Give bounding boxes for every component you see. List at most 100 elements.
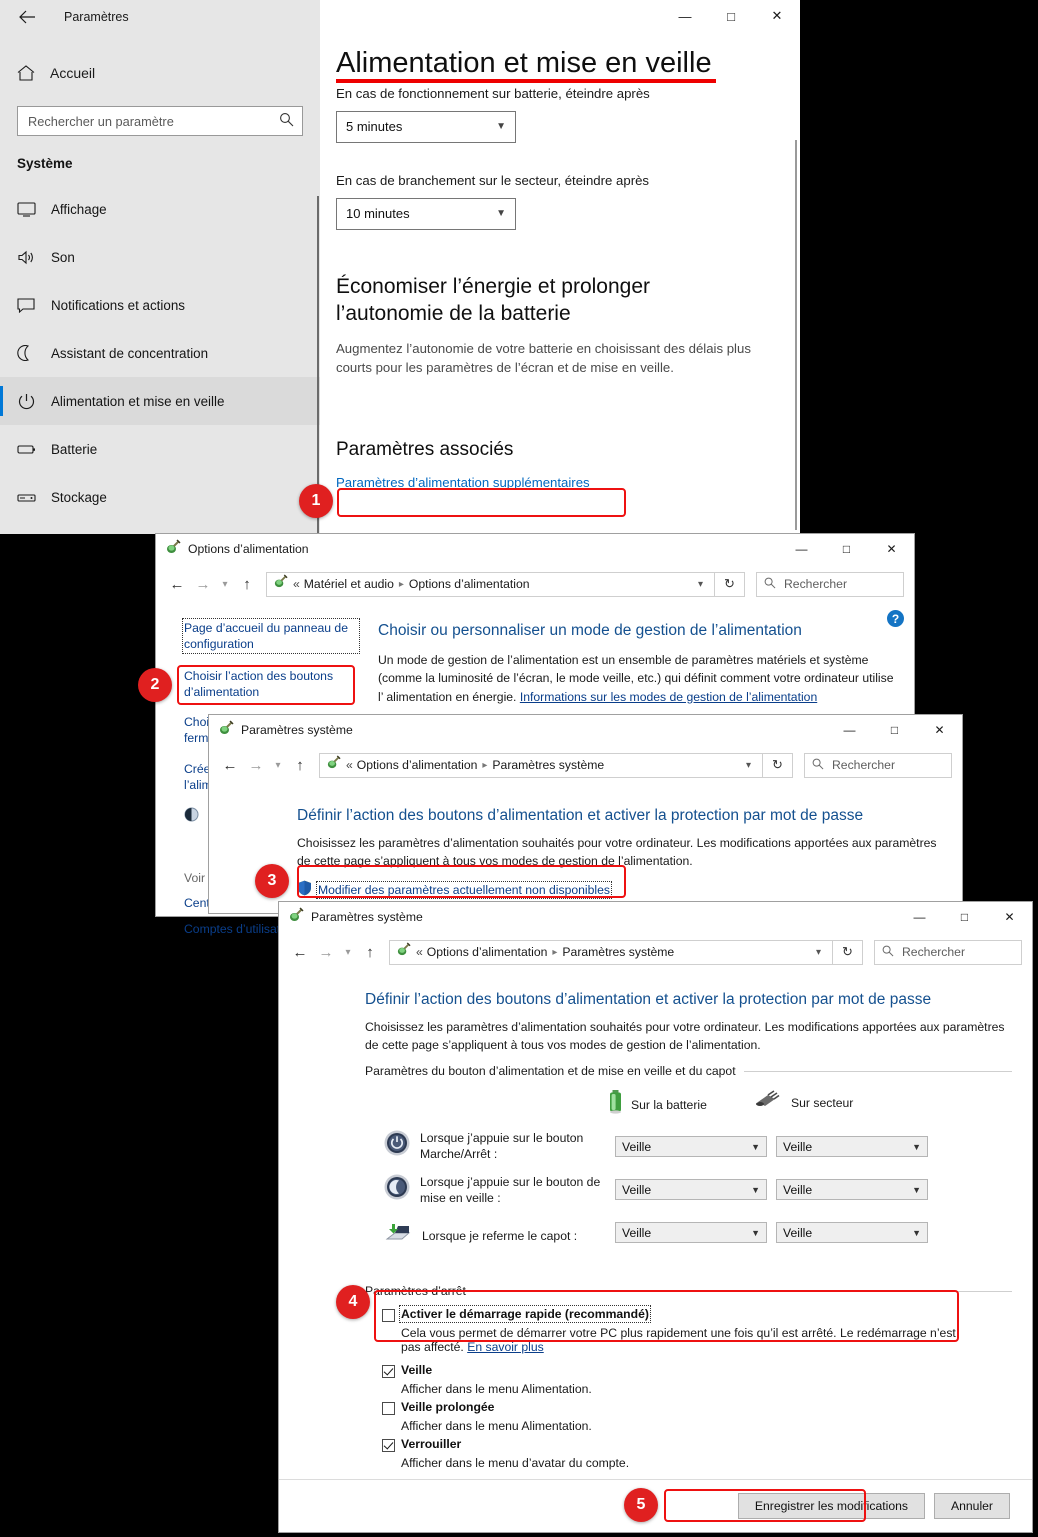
sleep-option: Veille Afficher dans le menu Alimentatio… <box>382 1363 962 1396</box>
maximize-icon[interactable]: □ <box>942 902 987 932</box>
search-input[interactable] <box>26 112 279 130</box>
divider <box>473 1290 1012 1292</box>
breadcrumb[interactable]: « Options d’alimentation ▸ Paramètres sy… <box>389 939 833 965</box>
close-icon[interactable]: ✕ <box>987 902 1032 932</box>
sleep-checkbox[interactable] <box>382 1365 395 1378</box>
hibernate-checkbox-row[interactable]: Veille prolongée <box>382 1400 962 1415</box>
hibernate-checkbox[interactable] <box>382 1402 395 1415</box>
recent-dropdown-icon[interactable]: ▾ <box>216 571 234 597</box>
row-label: Lorsque j’appuie sur le bouton de mise e… <box>420 1175 601 1206</box>
lid-close-battery-dropdown[interactable]: Veille ▼ <box>615 1222 767 1243</box>
sidebar-nav-list: Affichage Son Notifications et actions A… <box>0 185 320 534</box>
search-placeholder: Rechercher <box>832 758 895 772</box>
maximize-icon[interactable]: □ <box>872 715 917 745</box>
search-box[interactable]: Rechercher <box>756 571 904 597</box>
uac-link-row[interactable]: Modifier des paramètres actuellement non… <box>297 880 937 901</box>
forward-icon[interactable]: → <box>313 939 339 965</box>
learn-more-link[interactable]: En savoir plus <box>467 1340 544 1354</box>
sidebar-item-affichage[interactable]: Affichage <box>0 185 320 233</box>
refresh-icon[interactable]: ↻ <box>763 752 793 778</box>
breadcrumb-item[interactable]: Options d’alimentation <box>409 577 530 591</box>
sleep-checkbox-row[interactable]: Veille <box>382 1363 962 1378</box>
sidebar-item-stockage[interactable]: Stockage <box>0 473 320 521</box>
storage-icon <box>17 491 43 504</box>
breadcrumb[interactable]: « Options d’alimentation ▸ Paramètres sy… <box>319 752 763 778</box>
search-box[interactable]: Rechercher <box>874 939 1022 965</box>
help-icon[interactable]: ? <box>887 610 904 627</box>
change-unavailable-settings-link[interactable]: Modifier des paramètres actuellement non… <box>316 881 612 900</box>
sidebar-item-batterie[interactable]: Batterie <box>0 425 320 473</box>
battery-timeout-label: En cas de fonctionnement sur batterie, é… <box>336 85 650 101</box>
sidebar-item-notifications[interactable]: Notifications et actions <box>0 281 320 329</box>
power-plug-icon <box>326 755 341 775</box>
close-icon[interactable]: ✕ <box>869 534 914 564</box>
close-icon[interactable]: ✕ <box>917 715 962 745</box>
fast-startup-checkbox-row[interactable]: Activer le démarrage rapide (recommandé) <box>382 1305 962 1323</box>
cancel-button[interactable]: Annuler <box>933 1493 1010 1519</box>
sidebar-item-label: Affichage <box>51 201 107 217</box>
breadcrumb-dropdown-icon[interactable]: ▾ <box>809 947 828 958</box>
settings-search-box[interactable] <box>17 106 303 136</box>
breadcrumb-item[interactable]: Matériel et audio <box>304 577 394 591</box>
power-plans-info-link[interactable]: Informations sur les modes de gestion de… <box>520 690 817 704</box>
up-icon[interactable]: ↑ <box>287 752 313 778</box>
chevron-right-icon: ▸ <box>398 578 404 590</box>
sidebar-item-label: Assistant de concentration <box>51 345 209 361</box>
refresh-icon[interactable]: ↻ <box>715 571 745 597</box>
power-button-plugged-dropdown[interactable]: Veille ▼ <box>776 1136 928 1157</box>
minimize-icon[interactable]: — <box>779 534 824 564</box>
minimize-icon[interactable]: — <box>897 902 942 932</box>
breadcrumb[interactable]: « Matériel et audio ▸ Options d’alimenta… <box>266 571 715 597</box>
save-energy-heading: Économiser l’énergie et prolonger l’auto… <box>336 274 651 325</box>
plugged-timeout-value: 10 minutes <box>346 206 410 222</box>
breadcrumb-dropdown-icon[interactable]: ▾ <box>691 579 710 590</box>
recent-dropdown-icon[interactable]: ▾ <box>269 752 287 778</box>
forward-icon[interactable]: → <box>243 752 269 778</box>
maximize-icon[interactable]: □ <box>708 0 754 32</box>
back-arrow-icon[interactable] <box>4 1 50 33</box>
column-header-plugged-label: Sur secteur <box>791 1095 854 1110</box>
sidebar-item-concentration[interactable]: Assistant de concentration <box>0 329 320 377</box>
chevron-down-icon: ▼ <box>912 1184 921 1195</box>
breadcrumb-item[interactable]: Paramètres système <box>492 758 604 772</box>
forward-icon[interactable]: → <box>190 571 216 597</box>
breadcrumb-item[interactable]: Paramètres système <box>562 945 674 959</box>
close-icon[interactable]: ✕ <box>754 0 800 32</box>
refresh-icon[interactable]: ↻ <box>833 939 863 965</box>
save-button[interactable]: Enregistrer les modifications <box>737 1493 925 1519</box>
lock-checkbox-row[interactable]: Verrouiller <box>382 1437 962 1452</box>
plugged-timeout-dropdown[interactable]: 10 minutes ▼ <box>336 197 516 230</box>
sidebar-item-home[interactable]: Accueil <box>0 54 320 92</box>
up-icon[interactable]: ↑ <box>357 939 383 965</box>
minimize-icon[interactable]: — <box>662 0 708 32</box>
back-icon[interactable]: ← <box>217 752 243 778</box>
cp-link-home[interactable]: Page d’accueil du panneau de configurati… <box>182 617 360 655</box>
power-button-battery-dropdown[interactable]: Veille ▼ <box>615 1136 767 1157</box>
sidebar-item-alimentation[interactable]: Alimentation et mise en veille <box>0 377 320 425</box>
battery-timeout-dropdown[interactable]: 5 minutes ▼ <box>336 110 516 143</box>
breadcrumb-dropdown-icon[interactable]: ▾ <box>739 760 758 771</box>
lid-close-plugged-dropdown[interactable]: Veille ▼ <box>776 1222 928 1243</box>
cp-link-choose-button-action[interactable]: Choisir l’action des boutons d’alimentat… <box>184 668 358 700</box>
content-scrollbar[interactable] <box>795 140 797 530</box>
notification-icon <box>17 297 43 313</box>
battery-green-icon <box>609 1090 622 1119</box>
chevron-right-icon: ▸ <box>552 946 558 958</box>
back-icon[interactable]: ← <box>164 571 190 597</box>
additional-power-settings-link[interactable]: Paramètres d’alimentation supplémentaire… <box>336 475 590 490</box>
sleep-button-battery-dropdown[interactable]: Veille ▼ <box>615 1179 767 1200</box>
table-row: Lorsque j’appuie sur le bouton Marche/Ar… <box>384 1130 614 1163</box>
fast-startup-checkbox[interactable] <box>382 1309 395 1322</box>
maximize-icon[interactable]: □ <box>824 534 869 564</box>
breadcrumb-item[interactable]: Options d’alimentation <box>427 945 548 959</box>
minimize-icon[interactable]: — <box>827 715 872 745</box>
back-icon[interactable]: ← <box>287 939 313 965</box>
lock-checkbox[interactable] <box>382 1439 395 1452</box>
recent-dropdown-icon[interactable]: ▾ <box>339 939 357 965</box>
up-icon[interactable]: ↑ <box>234 571 260 597</box>
breadcrumb-item[interactable]: Options d’alimentation <box>357 758 478 772</box>
sidebar-item-son[interactable]: Son <box>0 233 320 281</box>
sleep-button-plugged-dropdown[interactable]: Veille ▼ <box>776 1179 928 1200</box>
search-box[interactable]: Rechercher <box>804 752 952 778</box>
home-icon <box>17 65 39 81</box>
